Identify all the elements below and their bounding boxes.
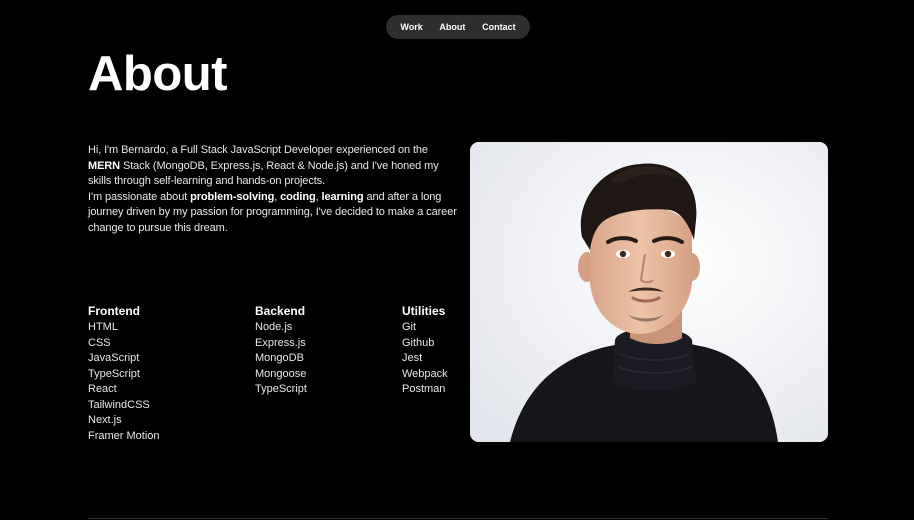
skill-item: TypeScript [255, 383, 307, 395]
skill-item: Express.js [255, 336, 306, 349]
nav-link-work[interactable]: Work [397, 18, 425, 36]
skill-item: Postman [402, 383, 446, 395]
skill-item: HTML [88, 321, 118, 333]
skill-item: React [88, 383, 117, 395]
skill-item: JavaScript [88, 352, 140, 364]
skill-item: Git [402, 321, 417, 333]
skill-item: TypeScript [88, 367, 140, 380]
bio-line-2: I'm passionate about problem-solving, co… [88, 190, 457, 234]
skill-item: Node.js [255, 321, 293, 333]
portrait-illustration [470, 142, 828, 442]
skill-item: Mongoose [255, 367, 307, 380]
skills-column-utilities: Utilities Git Github Jest Webpack Postma… [402, 303, 448, 398]
bio-text: Hi, I'm Bernardo, a Full Stack JavaScrip… [88, 143, 458, 236]
nav-link-contact[interactable]: Contact [479, 18, 519, 36]
page-title: About [88, 47, 228, 101]
skills-heading-utilities: Utilities [402, 304, 446, 318]
profile-photo [470, 142, 828, 442]
skill-item: Next.js [88, 414, 122, 426]
nav-link-about[interactable]: About [436, 18, 468, 36]
skill-item: CSS [88, 336, 111, 349]
skill-item: Framer Motion [88, 429, 160, 442]
footer-divider [88, 518, 828, 519]
skills-heading-backend: Backend [255, 304, 306, 318]
skill-item: TailwindCSS [88, 398, 150, 411]
skill-item: Webpack [402, 367, 448, 380]
skills-heading-frontend: Frontend [88, 304, 140, 318]
skills-column-frontend: Frontend HTML CSS JavaScript TypeScript … [88, 303, 160, 444]
skills-column-backend: Backend Node.js Express.js MongoDB Mongo… [255, 303, 307, 398]
skill-item: Jest [402, 352, 423, 364]
bio-line-1: Hi, I'm Bernardo, a Full Stack JavaScrip… [88, 144, 439, 187]
skill-item: MongoDB [255, 352, 304, 364]
skill-item: Github [402, 336, 435, 349]
top-nav: Work About Contact [386, 15, 530, 39]
